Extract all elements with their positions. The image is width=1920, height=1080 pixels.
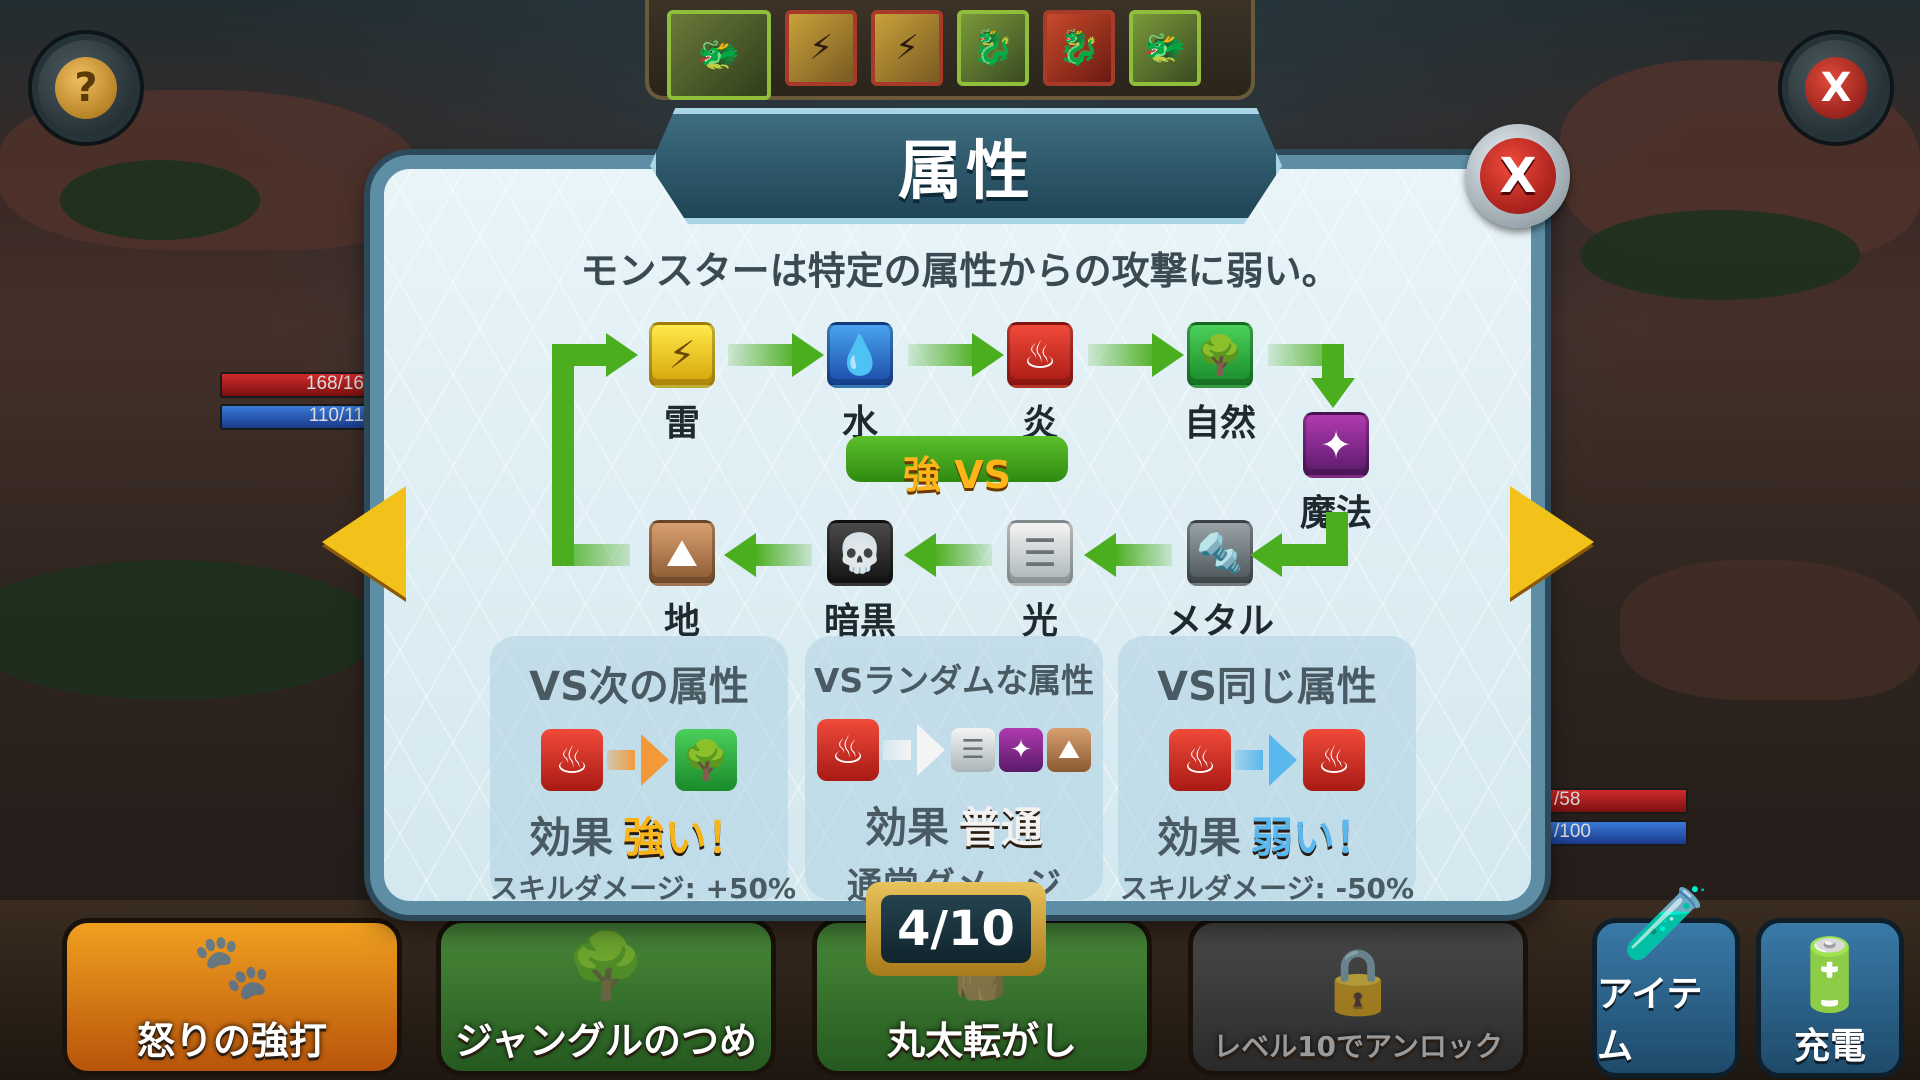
modal-title-plate: 属性 — [650, 108, 1282, 224]
enemy-hp-text: /58 — [1554, 789, 1581, 810]
charge-label: 充電 — [1793, 1026, 1866, 1067]
sparkle-icon: ✦ — [999, 728, 1043, 772]
fire-icon: ♨ — [1169, 729, 1231, 791]
mountain-icon: ⛰ — [649, 520, 715, 586]
fire-icon: ♨ — [1007, 322, 1073, 388]
player-mp-bar: 110/11 — [220, 404, 370, 430]
water-drop-icon: 💧 — [827, 322, 893, 388]
tree-icon: 🌳 — [675, 729, 737, 791]
skill-label: ジャングルのつめ — [454, 1019, 758, 1063]
page-indicator-text: 4/10 — [881, 895, 1031, 963]
light-rays-icon: ☰ — [1007, 520, 1073, 586]
tree-icon: 🌳 — [1187, 322, 1253, 388]
help-button[interactable]: ? — [32, 34, 140, 142]
element-dark: 💀 暗黒 — [800, 520, 920, 644]
items-button[interactable]: 🧪 アイテム — [1592, 882, 1740, 1078]
element-label: 自然 — [1183, 403, 1256, 444]
portrait-thunder-monster-icon[interactable]: ⚡ — [871, 10, 943, 86]
tree-icon: 🌳 — [566, 930, 646, 1004]
light-rays-icon: ☰ — [951, 728, 995, 772]
arrow-right-icon — [1269, 734, 1297, 786]
panel-vs-next-element: VS次の属性 ♨ 🌳 効果 強い！ スキルダメージ: +50% — [490, 636, 796, 905]
skill-label: 丸太転がし — [886, 1019, 1077, 1063]
claw-icon: 🐾 — [192, 930, 272, 1004]
effect-result: 強い！ — [623, 813, 750, 862]
skull-icon: 💀 — [827, 520, 893, 586]
sparkle-icon: ✦ — [1303, 412, 1369, 478]
portrait-dragon-icon[interactable]: 🐉 — [957, 10, 1029, 86]
effect-label: 効果 — [864, 803, 949, 852]
effect-result: 弱い！ — [1251, 813, 1378, 862]
skill-label: 怒りの強打 — [136, 1019, 327, 1063]
enemy-hp-bar: /58 — [1548, 788, 1688, 814]
next-page-arrow[interactable] — [1510, 486, 1594, 598]
fire-icon: ♨ — [817, 719, 879, 781]
fire-icon: ♨ — [1303, 729, 1365, 791]
fire-icon: ♨ — [541, 729, 603, 791]
potion-icon: 🧪 — [1622, 882, 1710, 964]
skill-button-locked[interactable]: 🔒 レベル10でアンロック — [1188, 918, 1528, 1076]
monster-portrait-strip: 🐲 ⚡ ⚡ 🐉 🐉 🐲 — [645, 0, 1255, 100]
portrait-dragon-icon[interactable]: 🐲 — [1129, 10, 1201, 86]
effect-label: 効果 — [528, 813, 613, 862]
player-hp-bar: 168/16 — [220, 372, 370, 398]
panel-vs-random-element: VSランダムな属性 ♨ ☰ ✦ ⛰ 効果普通 通常ダメージ — [805, 636, 1103, 907]
bolt-icon: 🔩 — [1187, 520, 1253, 586]
element-light: ☰ 光 — [980, 520, 1100, 644]
battery-icon: 🔋 — [1786, 934, 1874, 1016]
strong-vs-label: 強 VS — [902, 452, 1011, 497]
panel-icons: ♨ 🌳 — [490, 724, 788, 796]
panel-icons: ♨ ☰ ✦ ⛰ — [805, 714, 1103, 786]
panel-vs-same-element: VS同じ属性 ♨ ♨ 効果 弱い！ スキルダメージ: -50% — [1118, 636, 1416, 905]
exit-battle-button[interactable]: X — [1782, 34, 1890, 142]
effect-result: 普通 — [959, 803, 1044, 852]
panel-icons: ♨ ♨ — [1118, 724, 1416, 796]
panel-title: VS同じ属性 — [1157, 664, 1377, 710]
player-hp-text: 168/16 — [305, 373, 364, 394]
previous-page-arrow[interactable] — [322, 486, 406, 598]
player-mp-text: 110/11 — [308, 405, 364, 426]
close-icon: X — [1480, 138, 1556, 214]
player-status-bars: 168/16 110/11 — [220, 372, 370, 436]
enemy-mp-text: /100 — [1554, 821, 1591, 842]
portrait-fire-dragon-icon[interactable]: 🐉 — [1043, 10, 1115, 86]
enemy-mp-bar: /100 — [1548, 820, 1688, 846]
damage-note: スキルダメージ: +50% — [490, 872, 797, 905]
lock-icon: 🔒 — [1318, 945, 1398, 1019]
effect-line: 効果 弱い！ — [1118, 804, 1416, 865]
panel-title: VS次の属性 — [529, 664, 749, 710]
effect-label: 効果 — [1156, 813, 1241, 862]
skill-button-2[interactable]: 🌳 ジャングルのつめ — [436, 918, 776, 1076]
thunder-icon: ⚡ — [649, 322, 715, 388]
skill-label: レベル10でアンロック — [1213, 1030, 1503, 1063]
portrait-active-dragon-icon[interactable]: 🐲 — [667, 10, 771, 100]
effect-line: 効果 普通 — [805, 794, 1103, 855]
charge-button[interactable]: 🔋 充電 — [1756, 918, 1904, 1078]
strong-vs-banner: 強 VS — [846, 436, 1068, 497]
close-icon: X — [1805, 57, 1867, 119]
skill-button-1[interactable]: 🐾 怒りの強打 — [62, 918, 402, 1076]
modal-subtitle: モンスターは特定の属性からの攻撃に弱い。 — [580, 249, 1340, 293]
element-thunder: ⚡ 雷 — [622, 322, 742, 446]
modal-close-button[interactable]: X — [1466, 124, 1570, 228]
mountain-icon: ⛰ — [1047, 728, 1091, 772]
element-label: 雷 — [663, 403, 700, 444]
damage-note: スキルダメージ: -50% — [1119, 872, 1415, 905]
modal-title: 属性 — [898, 135, 1034, 209]
page-indicator: 4/10 — [866, 882, 1046, 976]
arrow-right-icon — [917, 724, 945, 776]
enemy-status-bars: /58 /100 — [1548, 788, 1688, 852]
items-label: アイテム — [1597, 974, 1703, 1067]
effect-line: 効果 強い！ — [490, 804, 788, 865]
arrow-right-icon — [641, 734, 669, 786]
question-icon: ? — [55, 57, 117, 119]
portrait-thunder-monster-icon[interactable]: ⚡ — [785, 10, 857, 86]
panel-title: VSランダムな属性 — [813, 661, 1095, 700]
